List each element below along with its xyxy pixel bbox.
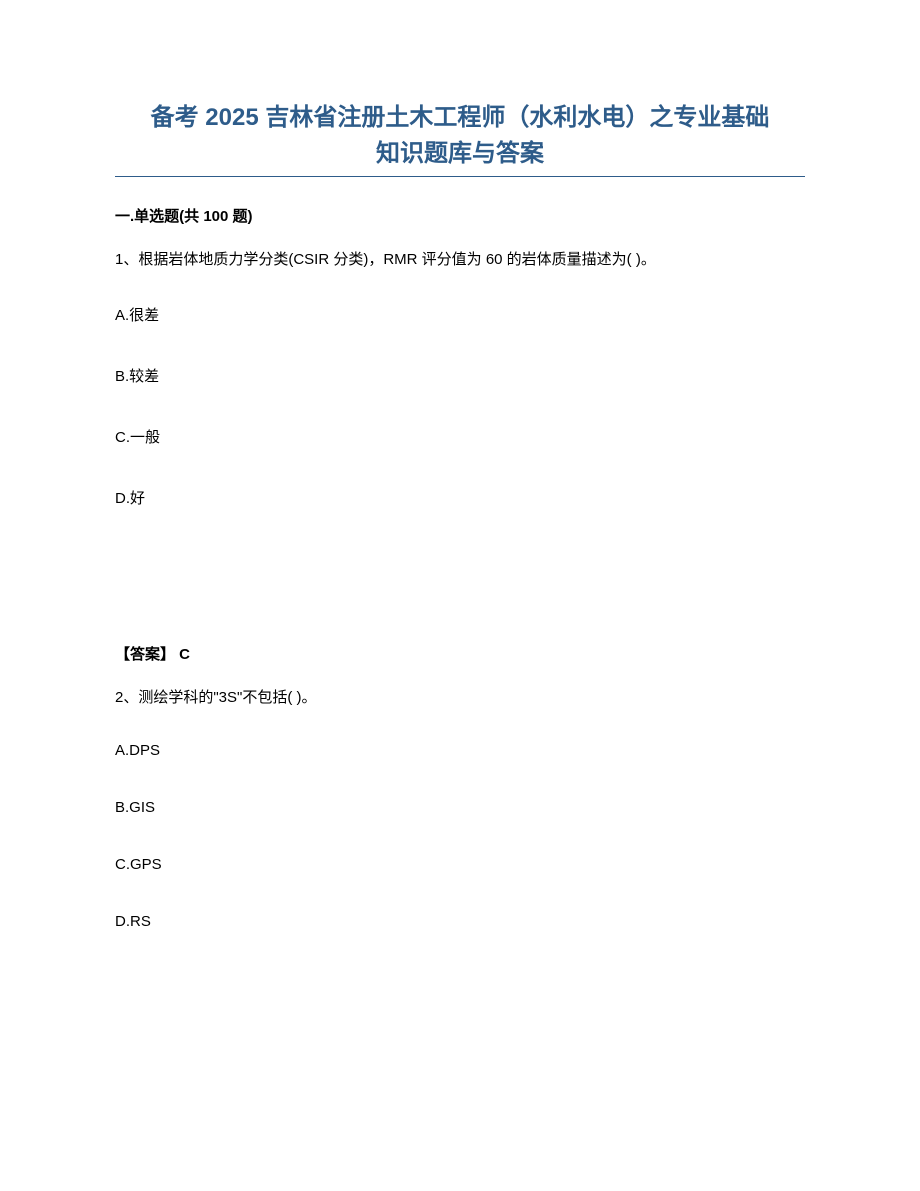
question-1-option-a: A.很差	[115, 304, 805, 325]
question-1-text: 1、根据岩体地质力学分类(CSIR 分类)，RMR 评分值为 60 的岩体质量描…	[115, 248, 805, 272]
document-title-line2: 知识题库与答案	[115, 136, 805, 172]
question-1-option-c: C.一般	[115, 426, 805, 447]
question-2-text: 2、测绘学科的"3S"不包括( )。	[115, 686, 805, 710]
question-1-option-d: D.好	[115, 487, 805, 508]
question-2-option-c: C.GPS	[115, 856, 805, 873]
document-title-container: 备考 2025 吉林省注册土木工程师（水利水电）之专业基础 知识题库与答案	[115, 100, 805, 177]
question-2-option-d: D.RS	[115, 913, 805, 930]
spacing-gap	[115, 548, 805, 643]
question-2-option-a: A.DPS	[115, 742, 805, 759]
question-1-option-b: B.较差	[115, 365, 805, 386]
section-heading: 一.单选题(共 100 题)	[115, 205, 805, 226]
question-2-option-b: B.GIS	[115, 799, 805, 816]
question-1-answer: 【答案】 C	[115, 643, 805, 664]
document-title-line1: 备考 2025 吉林省注册土木工程师（水利水电）之专业基础	[115, 100, 805, 136]
